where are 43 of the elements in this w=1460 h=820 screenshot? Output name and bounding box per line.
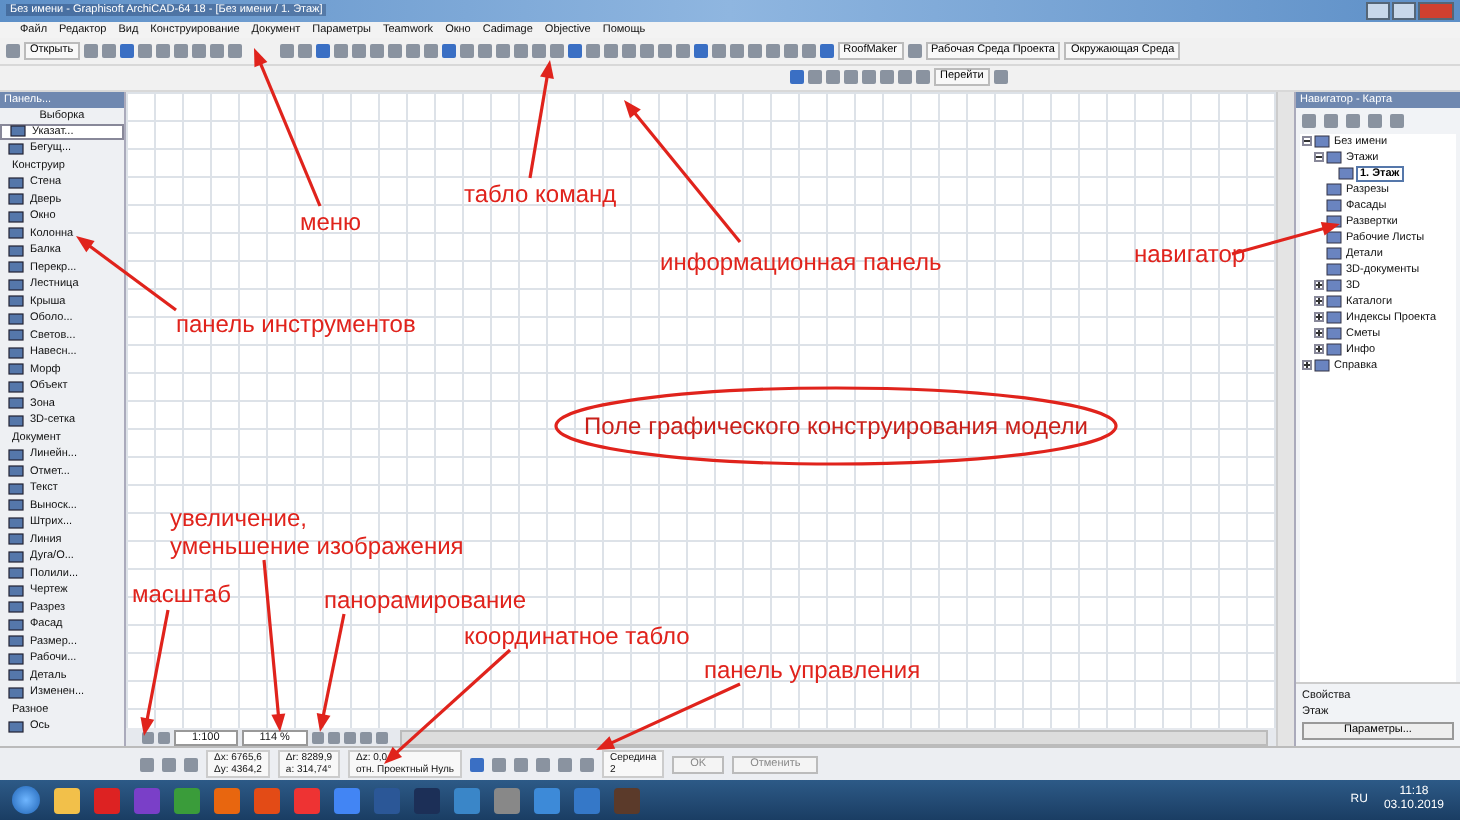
annotation-label: увеличение, уменьшение изображения <box>170 504 464 560</box>
close-button[interactable] <box>1418 1 1454 20</box>
horizontal-scrollbar[interactable] <box>399 729 1268 746</box>
minimize-button[interactable] <box>1366 1 1390 20</box>
expand-toggle[interactable] <box>1302 360 1312 371</box>
annotation-label: панорамирование <box>324 586 527 614</box>
pointer-arrow <box>528 60 554 179</box>
pointer-arrow <box>384 648 512 764</box>
annotation-label: координатное табло <box>464 622 690 650</box>
annotation-label: панель управления <box>704 656 921 684</box>
annotation-label: масштаб <box>132 580 231 608</box>
taskbar-app-icon[interactable] <box>254 787 280 814</box>
taskbar-app-icon[interactable] <box>494 787 520 814</box>
pointer-arrow <box>316 613 346 732</box>
maximize-button[interactable] <box>1392 1 1416 20</box>
annotation-label: табло команд <box>464 180 617 208</box>
annotation-label: Поле графического конструирования модели <box>584 412 1088 440</box>
taskbar-app-icon[interactable] <box>534 787 560 814</box>
pointer-arrow <box>624 100 742 243</box>
start-button[interactable] <box>12 786 40 815</box>
expand-toggle[interactable] <box>1302 136 1312 147</box>
annotation-label: меню <box>300 208 362 236</box>
pointer-arrow <box>140 609 170 736</box>
tool-icon <box>8 719 24 734</box>
taskbar-app-icon[interactable] <box>334 787 360 814</box>
annotation-label: информационная панель <box>660 248 942 276</box>
annotation-label: навигатор <box>1134 240 1246 268</box>
expand-toggle[interactable] <box>1314 280 1324 291</box>
expand-toggle[interactable] <box>1314 312 1324 323</box>
taskbar-app-icon[interactable] <box>54 787 80 814</box>
toolbar-icon[interactable] <box>993 70 1008 85</box>
taskbar-app-icon[interactable] <box>174 787 200 814</box>
expand-toggle[interactable] <box>1314 152 1324 163</box>
expand-toggle[interactable] <box>1314 296 1324 307</box>
taskbar-app-icon[interactable] <box>294 787 320 814</box>
expand-toggle[interactable] <box>1314 328 1324 339</box>
vertical-scrollbar[interactable] <box>1276 91 1294 747</box>
drawing-grid[interactable] <box>126 91 1276 729</box>
taskbar-app-icon[interactable] <box>454 787 480 814</box>
pointer-arrow <box>76 236 177 312</box>
taskbar-app-icon[interactable] <box>214 787 240 814</box>
annotation-label: панель инструментов <box>176 310 416 338</box>
expand-toggle[interactable] <box>1314 344 1324 355</box>
